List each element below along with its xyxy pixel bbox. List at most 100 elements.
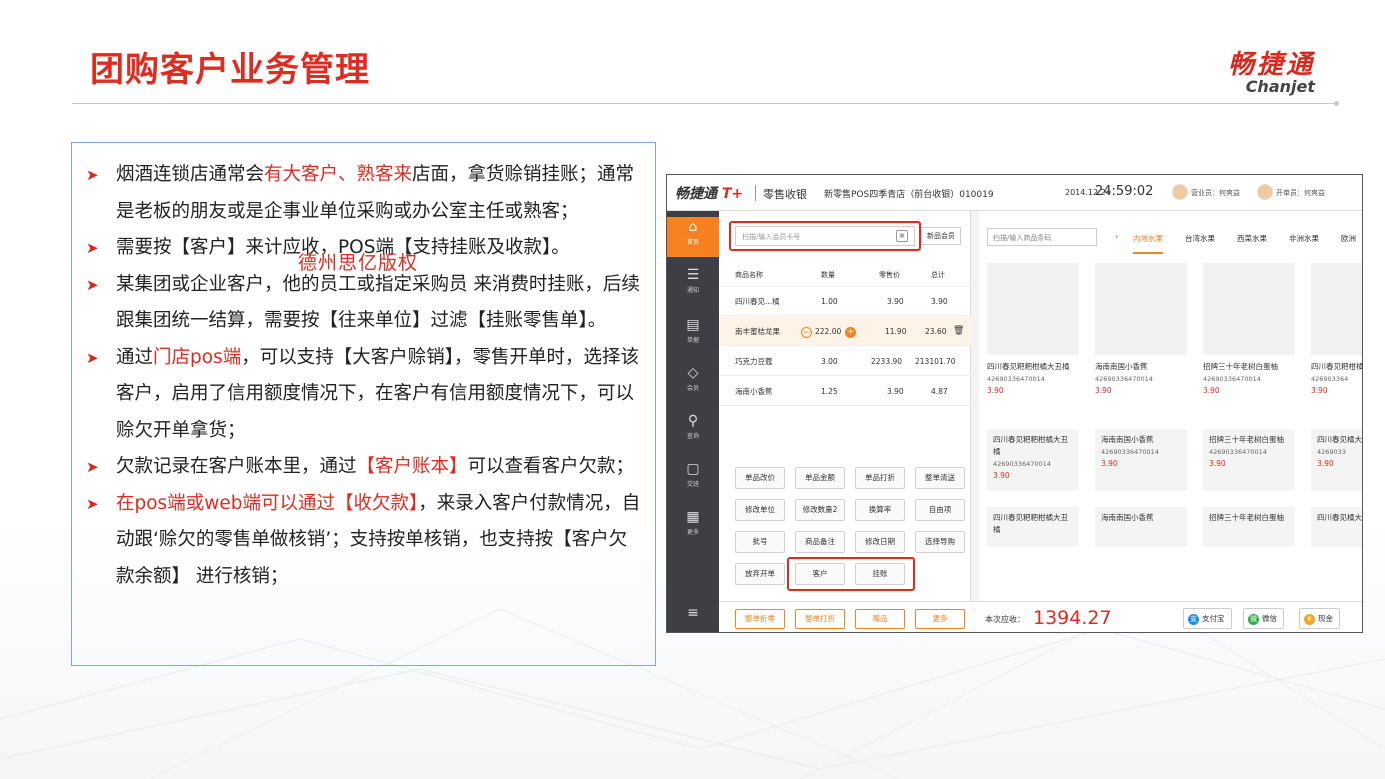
product-item[interactable]: 招牌三十年老树白蛋柚 4269033647001​4 3.90 — [1203, 361, 1295, 397]
fn-button[interactable]: 单品打折 — [855, 467, 905, 489]
highlight-text: 在pos端或web端可以通过【收欠款】 — [116, 492, 419, 514]
tab-category[interactable]: 台湾水果 — [1185, 233, 1215, 244]
trash-icon[interactable]: 🗑 — [953, 317, 964, 346]
more-button[interactable]: 更多 — [915, 609, 965, 629]
product-image[interactable] — [1095, 263, 1187, 355]
bullet-arrow-icon: ➤ — [86, 458, 99, 476]
fn-button[interactable]: 换算率 — [855, 499, 905, 521]
product-search-input[interactable]: 扫描/输入商品条码 — [987, 228, 1097, 246]
tab-category[interactable]: 欧洲 — [1341, 233, 1356, 244]
product-panel: 扫描/输入商品条码 ‹ 内地水果 台湾水果 西菜水果 非洲水果 欧洲 四川春见粑… — [979, 211, 1362, 601]
user-avatar-icon — [1257, 184, 1273, 200]
fn-button[interactable]: 整单清送 — [915, 467, 965, 489]
row-total: 23.60 — [925, 327, 947, 336]
tab-category[interactable]: 非洲水果 — [1289, 233, 1319, 244]
row-qty: 1.25 — [821, 387, 838, 396]
highlight-text: 门店pos端 — [153, 346, 242, 368]
table-row[interactable]: 四川春见...橘 1.00 3.90 3.90 — [719, 287, 971, 316]
highlight-frame-customer — [787, 557, 915, 591]
increase-qty-button[interactable]: + — [845, 326, 856, 338]
fn-button[interactable]: 自由项 — [915, 499, 965, 521]
sidebar-item-more[interactable]: ▦ 更多 — [667, 507, 719, 547]
sidebar-item-notice[interactable]: ☰ 通知 — [667, 265, 719, 305]
bottom-button[interactable]: 整单折零 — [735, 609, 785, 629]
fn-button[interactable]: 单品金额 — [795, 467, 845, 489]
notice-icon: ☰ — [686, 267, 700, 283]
fn-button[interactable]: 商品备注 — [795, 531, 845, 553]
bullet-arrow-icon: ➤ — [86, 494, 99, 513]
tab-category[interactable]: 西菜水果 — [1237, 233, 1267, 244]
product-item[interactable]: 招牌三十年老树白蛋柚 — [1203, 507, 1295, 547]
sidebar-item-documents[interactable]: ▤ 单据 — [667, 315, 719, 355]
bullet-item: ➤ 欠款记录在客户账本里，通过【客户账本】可以查看客户欠款； — [86, 449, 645, 486]
sidebar-item-query[interactable]: ⚲ 查询 — [667, 411, 719, 451]
col-header-total: 总计 — [931, 271, 945, 279]
bullet-text-box: ➤ 烟酒连锁店通常会有大客户、熟客来店面，拿货赊销挂账；通常是老板的朋友或是企事业… — [71, 142, 656, 666]
product-item[interactable]: 海南南国小香蕉 — [1095, 507, 1187, 547]
table-row[interactable]: 海南小香蕉 1.25 3.90 4.87 — [719, 377, 971, 406]
product-image[interactable] — [1203, 263, 1295, 355]
sidebar-item-shift[interactable]: ▢ 交班 — [667, 459, 719, 499]
bullet-item: ➤ 通过门店pos端，可以支持【大客户赊销】，零售开单时，选择该客户，启用了信用额… — [86, 340, 645, 450]
pos-brand: 畅捷通 T+ — [675, 186, 744, 202]
product-item[interactable]: 海南南国小香蕉 42690336470014 3.90 — [1095, 429, 1187, 491]
user-avatar-icon — [1172, 184, 1188, 200]
alipay-button[interactable]: 支支付宝 — [1183, 608, 1232, 629]
product-item[interactable]: 四川春见粑柑橘 426903364 3.90 — [1311, 361, 1362, 397]
fn-button[interactable]: 单品改价 — [735, 467, 785, 489]
bullet-text: 烟酒连锁店通常会 — [116, 164, 265, 185]
title-divider — [72, 101, 1339, 106]
col-header-price: 零售价 — [879, 271, 900, 279]
bullet-text: 某集团或企业客户，他的员工或指定采购员 来消费时挂账，后续跟集团统一结算，需要按… — [116, 273, 640, 332]
product-item[interactable]: 四川春见橘大丑橘42690333.90 — [1311, 429, 1362, 491]
home-icon: ⌂ — [688, 219, 698, 235]
bottom-button[interactable]: 整单打折 — [795, 609, 845, 629]
sidebar-item-home[interactable]: ⌂ 首页 — [667, 217, 719, 257]
col-header-name: 商品名称 — [735, 271, 763, 279]
wechat-pay-button[interactable]: 微微信 — [1243, 608, 1284, 629]
product-image[interactable] — [1311, 263, 1362, 355]
amount-due: 1394.27 — [1033, 607, 1112, 629]
decrease-qty-button[interactable]: − — [801, 326, 812, 338]
row-name: 海南小香蕉 — [735, 387, 773, 396]
search-icon: ⚲ — [687, 413, 699, 429]
chevron-left-icon[interactable]: ‹ — [1115, 232, 1118, 241]
pos-bottom-bar: 整单折零 整单打折 赠品 更多 本次应收： 1394.27 支支付宝 微微信 ¥… — [719, 601, 1362, 632]
row-qty: 3.00 — [821, 357, 838, 366]
product-item[interactable]: 四川春见粑粑柑橘大丑橘 42690336470014 3.90 — [987, 429, 1079, 491]
row-price: 3.90 — [887, 297, 904, 306]
bullet-arrow-icon: ➤ — [86, 239, 99, 257]
fn-button[interactable]: 修改日期 — [855, 531, 905, 553]
row-qty: 222.00 — [815, 327, 842, 336]
product-item[interactable]: 四川春见橘大丑橘 — [1311, 507, 1362, 547]
fn-button-abandon[interactable]: 放弃开单 — [735, 563, 785, 585]
product-item[interactable]: 四川春见粑粑柑橘大丑橘 4269033647001​4 3.90 — [987, 361, 1079, 397]
product-image[interactable] — [987, 263, 1079, 355]
sidebar-item-member[interactable]: ◇ 会员 — [667, 363, 719, 403]
pos-store-name: 新零售POS四季青店（前台收银）010019 — [824, 190, 994, 200]
grid-icon: ▦ — [686, 509, 700, 525]
row-total: 213101.70 — [915, 357, 956, 366]
pos-screenshot: 畅捷通 T+ 零售收银 新零售POS四季青店（前台收银）010019 2014.… — [666, 174, 1363, 633]
fn-button[interactable]: 修改单位 — [735, 499, 785, 521]
table-row[interactable]: 巧克力豆蔻 3.00 2233.90 213101.70 — [719, 347, 971, 376]
slide-title: 团购客户业务管理 — [90, 50, 370, 90]
fn-button[interactable]: 修改数量2 — [795, 499, 845, 521]
logo-cn-text: 畅捷通 — [1227, 50, 1315, 80]
fn-button[interactable]: 批号 — [735, 531, 785, 553]
row-total: 3.90 — [931, 297, 948, 306]
bullet-arrow-icon: ➤ — [86, 275, 99, 294]
product-item[interactable]: 四川春见粑粑柑橘大丑橘 — [987, 507, 1079, 547]
fn-button[interactable]: 选择导购 — [915, 531, 965, 553]
row-total: 4.87 — [931, 387, 948, 396]
new-member-button[interactable]: 新品会员 — [921, 227, 961, 245]
tab-category[interactable]: 内地水果 — [1133, 233, 1163, 254]
product-item[interactable]: 海南南国小香蕉 4269033647001​4 3.90 — [1095, 361, 1187, 397]
highlight-text: 【客户账本】 — [356, 456, 468, 477]
cash-button[interactable]: ¥ 现金 — [1299, 608, 1340, 629]
table-row-selected[interactable]: 南丰蜜桔龙果 − 222.00 + 11.90 23.60 🗑 — [719, 317, 971, 346]
product-item[interactable]: 招牌三十年老树白蛋柚 42690336470014 3.90 — [1203, 429, 1295, 491]
gift-button[interactable]: 赠品 — [855, 609, 905, 629]
bullet-item: ➤ 某集团或企业客户，他的员工或指定采购员 来消费时挂账，后续跟集团统一结算，需要… — [86, 267, 645, 340]
menu-icon[interactable]: ≡ — [667, 603, 719, 632]
